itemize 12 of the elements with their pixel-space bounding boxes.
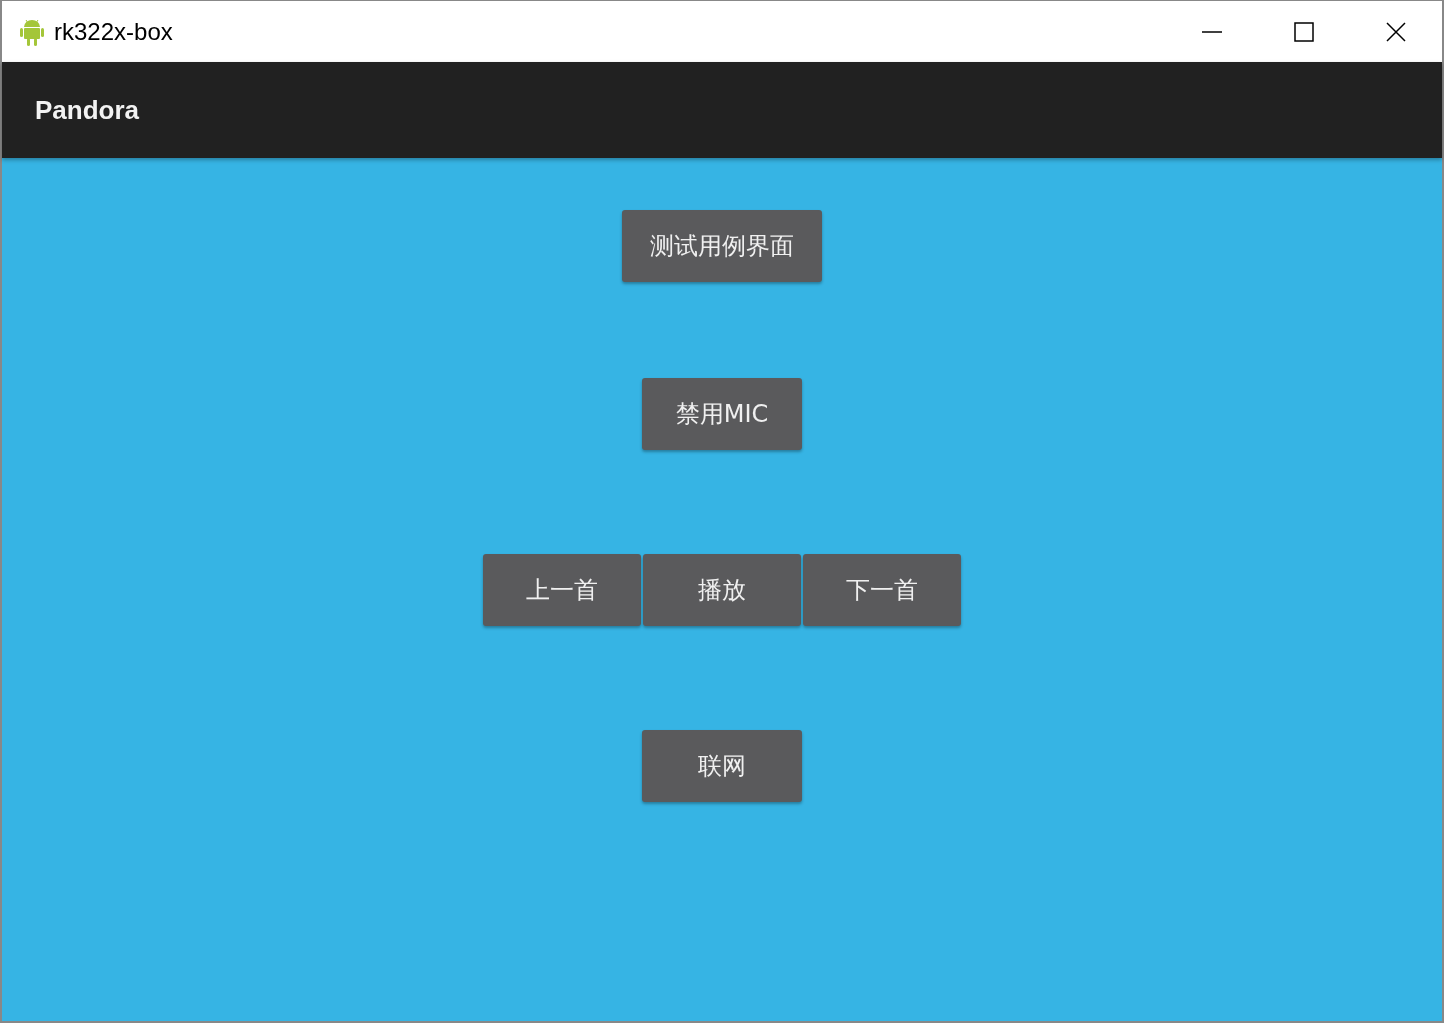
action-button[interactable]: 播放 <box>643 554 801 626</box>
maximize-icon <box>1294 21 1314 42</box>
android-robot-icon <box>20 17 44 46</box>
action-button[interactable]: 联网 <box>642 730 802 802</box>
action-button[interactable]: 禁用MIC <box>642 378 802 450</box>
app-title: Pandora <box>35 94 140 126</box>
minimize-icon <box>1202 30 1222 33</box>
window-title: rk322x-box <box>54 17 174 46</box>
close-icon <box>1386 21 1406 42</box>
action-button[interactable]: 测试用例界面 <box>622 210 822 282</box>
action-button[interactable]: 下一首 <box>803 554 961 626</box>
action-button[interactable]: 上一首 <box>483 554 641 626</box>
